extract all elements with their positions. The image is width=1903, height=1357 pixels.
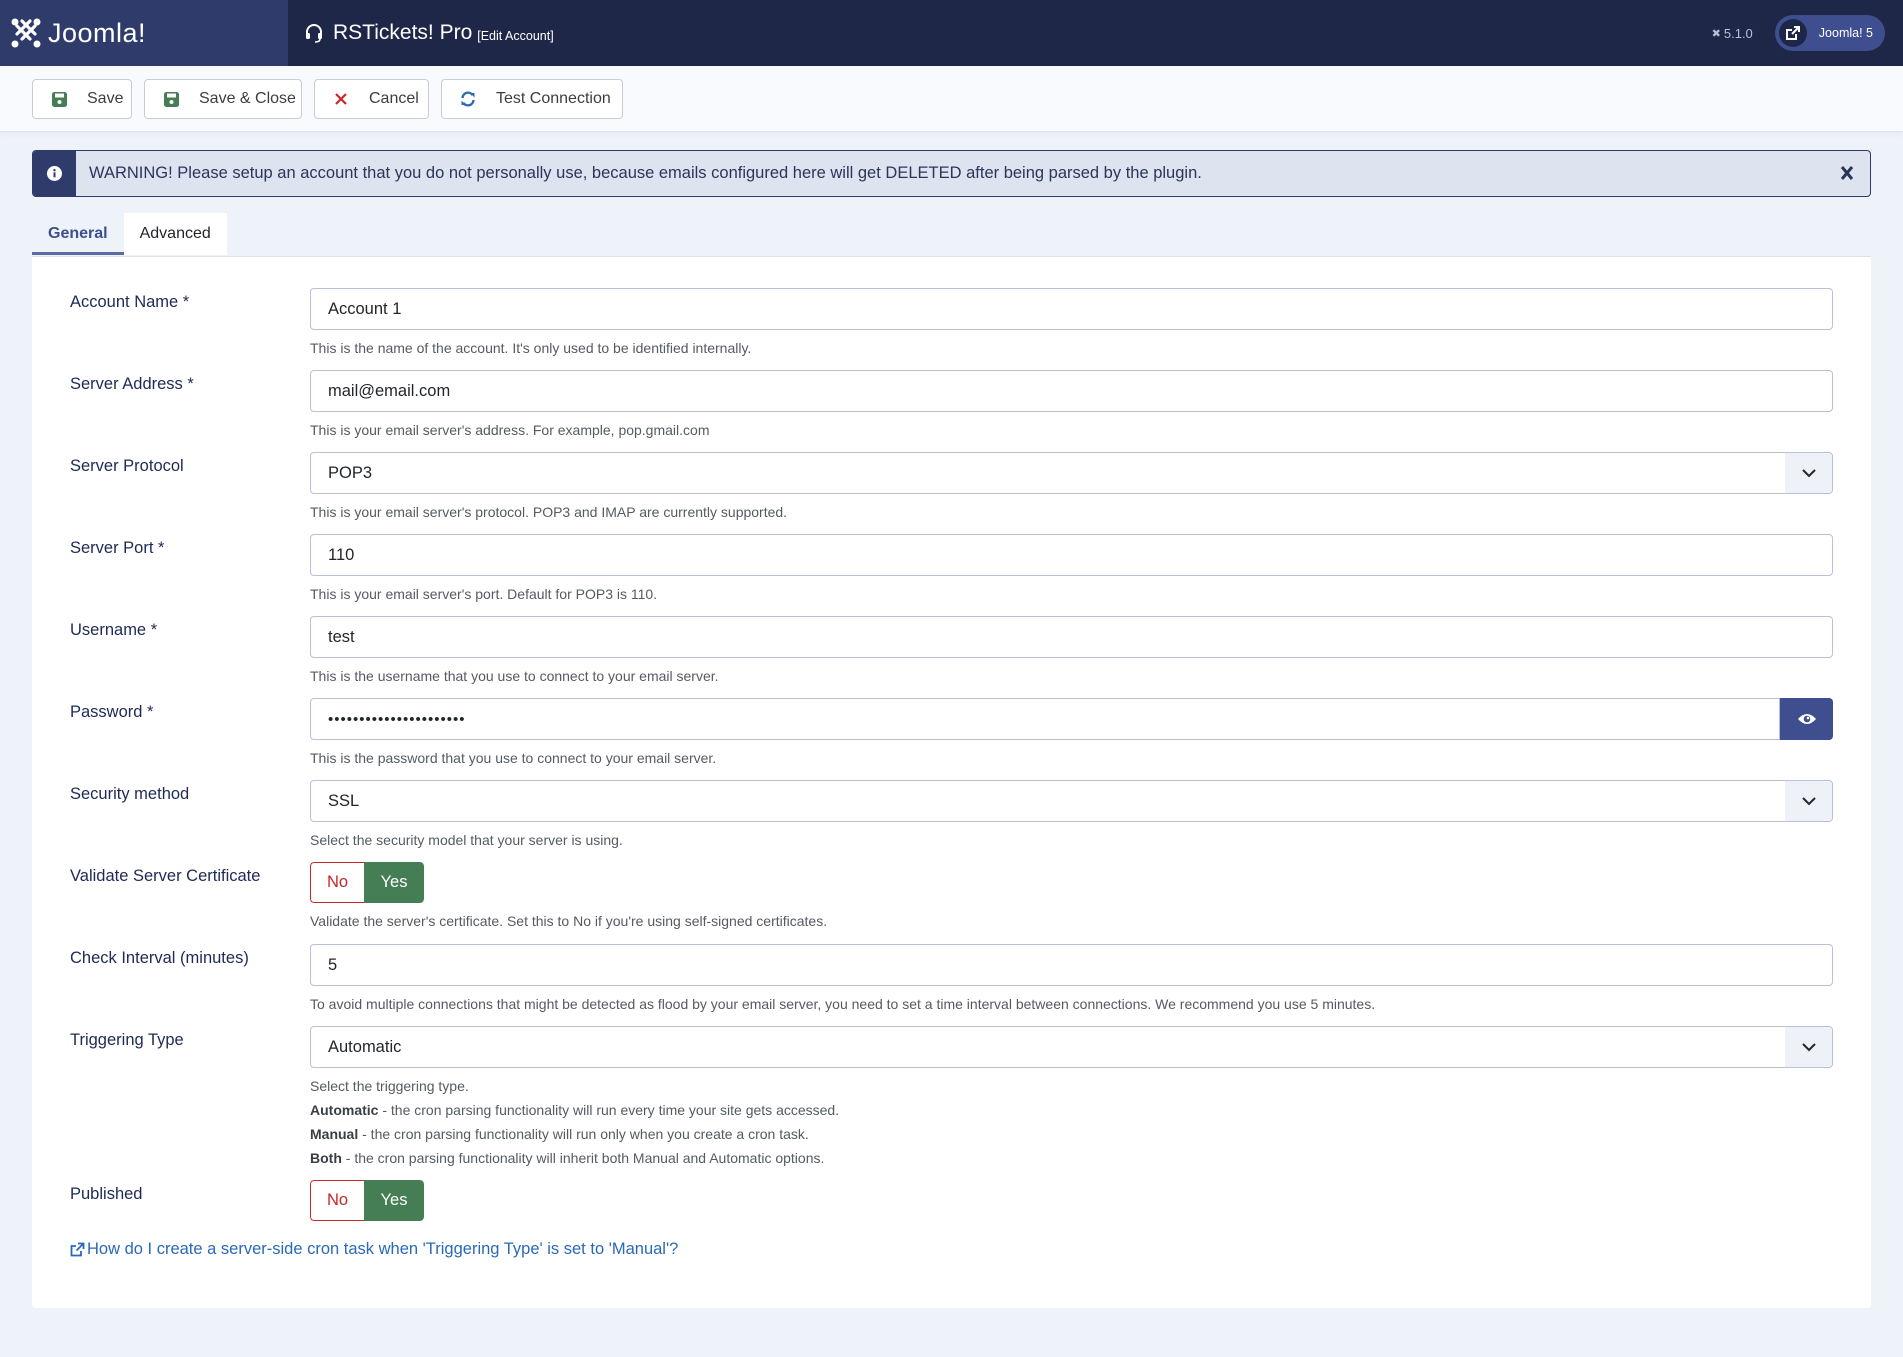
chevron-down-icon [1785, 781, 1832, 821]
toolbar: Save Save & Close Cancel Test Connection [0, 66, 1903, 132]
show-password-button[interactable] [1780, 698, 1833, 740]
tab-bar: General Advanced [32, 213, 227, 255]
account-name-input[interactable]: Account 1 [310, 288, 1833, 330]
version-badge: ✖ 5.1.0 [1712, 26, 1753, 41]
server-address-help: This is your email server's address. For… [310, 422, 710, 438]
validate-cert-toggle: No Yes [310, 862, 424, 903]
triggering-option-manual: Manual - the cron parsing functionality … [310, 1126, 809, 1142]
save-button[interactable]: Save [32, 79, 132, 119]
published-no[interactable]: No [310, 1180, 364, 1221]
password-input[interactable]: •••••••••••••••••••••• [310, 698, 1780, 740]
option-term: Both [310, 1150, 342, 1166]
close-icon [333, 91, 349, 107]
check-interval-label: Check Interval (minutes) [70, 949, 249, 967]
validate-cert-yes[interactable]: Yes [364, 862, 424, 903]
cron-help-link-text: How do I create a server-side cron task … [87, 1240, 679, 1258]
server-port-label: Server Port * [70, 539, 165, 557]
account-name-label: Account Name * [70, 293, 190, 311]
password-label: Password * [70, 703, 154, 721]
published-yes[interactable]: Yes [364, 1180, 424, 1221]
view-site-button[interactable]: Joomla! 5 [1774, 15, 1885, 51]
validate-cert-label: Validate Server Certificate [70, 867, 261, 885]
save-icon [163, 91, 179, 107]
eye-icon [1797, 714, 1816, 724]
form-card: Account Name * Account 1 This is the nam… [32, 256, 1871, 1308]
app-subtitle: [Edit Account] [477, 28, 554, 43]
server-address-label: Server Address * [70, 375, 194, 393]
option-desc: - the cron parsing functionality will ru… [378, 1102, 840, 1118]
option-desc: - the cron parsing functionality will ru… [358, 1126, 809, 1142]
cancel-label: Cancel [369, 90, 419, 107]
alert-message: WARNING! Please setup an account that yo… [89, 164, 1202, 182]
alert-close-button[interactable] [1836, 161, 1858, 185]
refresh-icon [460, 91, 476, 107]
joomla-logo-icon [11, 18, 41, 48]
tab-advanced[interactable]: Advanced [123, 213, 227, 255]
warning-alert: WARNING! Please setup an account that yo… [32, 150, 1871, 197]
headset-icon [306, 24, 322, 43]
app-title: RSTickets! Pro [333, 21, 473, 44]
username-input[interactable]: test [310, 616, 1833, 658]
joomla-mini-icon: ✖ [1711, 27, 1721, 40]
external-link-icon [1778, 19, 1807, 47]
triggering-type-value: Automatic [328, 1037, 402, 1056]
account-name-help: This is the name of the account. It's on… [310, 340, 752, 356]
test-connection-label: Test Connection [496, 90, 611, 107]
version-number: 5.1.0 [1723, 25, 1753, 41]
check-interval-help: To avoid multiple connections that might… [310, 996, 1376, 1012]
cron-help-link[interactable]: How do I create a server-side cron task … [70, 1240, 678, 1259]
server-address-input[interactable]: mail@email.com [310, 370, 1833, 412]
server-protocol-help: This is your email server's protocol. PO… [310, 504, 788, 520]
external-link-icon [70, 1242, 85, 1257]
server-port-help: This is your email server's port. Defaul… [310, 586, 658, 602]
check-interval-input[interactable]: 5 [310, 944, 1833, 986]
brand-name: Joomla! [48, 17, 147, 48]
security-method-value: SSL [328, 791, 360, 810]
triggering-option-automatic: Automatic - the cron parsing functionali… [310, 1102, 839, 1118]
password-help: This is the password that you use to con… [310, 750, 717, 766]
site-button-label: Joomla! 5 [1818, 26, 1873, 40]
server-protocol-select[interactable]: POP3 [310, 452, 1833, 494]
server-protocol-value: POP3 [328, 463, 373, 482]
triggering-type-select[interactable]: Automatic [310, 1026, 1833, 1068]
server-port-input[interactable]: 110 [310, 534, 1833, 576]
published-label: Published [70, 1185, 143, 1203]
triggering-type-help: Select the triggering type. [310, 1078, 469, 1094]
username-help: This is the username that you use to con… [310, 668, 719, 684]
chevron-down-icon [1785, 453, 1832, 493]
validate-cert-no[interactable]: No [310, 862, 364, 903]
validate-cert-help: Validate the server's certificate. Set t… [310, 913, 828, 929]
top-header: Joomla! RSTickets! Pro [Edit Account] ✖ … [0, 0, 1903, 66]
published-toggle: No Yes [310, 1180, 424, 1221]
security-method-help: Select the security model that your serv… [310, 832, 623, 848]
security-method-label: Security method [70, 785, 190, 803]
option-term: Automatic [310, 1102, 379, 1118]
save-close-button[interactable]: Save & Close [144, 79, 302, 119]
cancel-button[interactable]: Cancel [314, 79, 429, 119]
test-connection-button[interactable]: Test Connection [441, 79, 623, 119]
save-close-label: Save & Close [199, 90, 296, 107]
save-label: Save [87, 90, 124, 107]
save-icon [51, 91, 67, 107]
triggering-option-both: Both - the cron parsing functionality wi… [310, 1150, 824, 1166]
chevron-down-icon [1785, 1027, 1832, 1067]
tab-general[interactable]: General [32, 213, 124, 255]
security-method-select[interactable]: SSL [310, 780, 1833, 822]
option-desc: - the cron parsing functionality will in… [341, 1150, 825, 1166]
page-title: RSTickets! Pro [Edit Account] [304, 21, 554, 45]
triggering-type-label: Triggering Type [70, 1031, 184, 1049]
option-term: Manual [310, 1126, 359, 1142]
username-label: Username * [70, 621, 158, 639]
info-icon [33, 151, 76, 196]
joomla-logo[interactable]: Joomla! [0, 0, 288, 66]
server-protocol-label: Server Protocol [70, 457, 184, 475]
